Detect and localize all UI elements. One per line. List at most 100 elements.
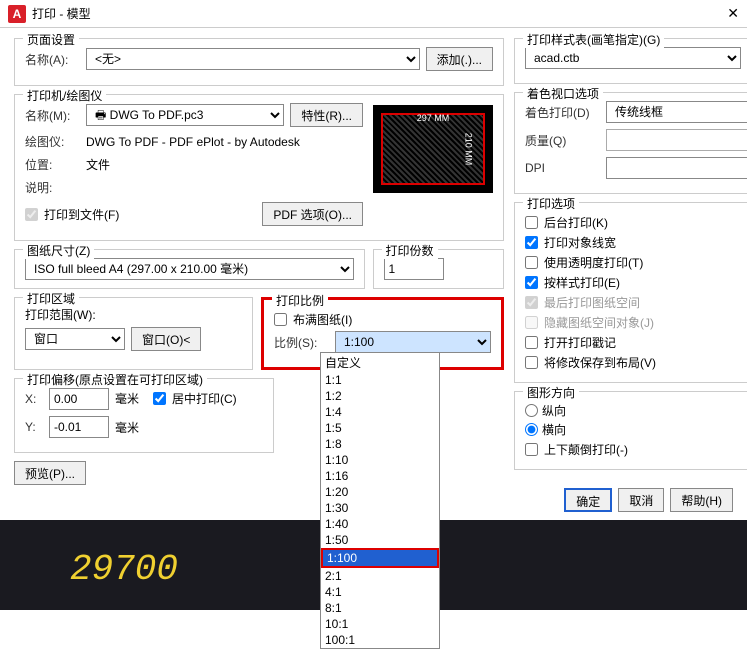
transparency-checkbox[interactable] <box>525 256 538 269</box>
orientation-title: 图形方向 <box>523 384 579 401</box>
orientation-group: 图形方向 纵向 横向A 上下颠倒打印(-) <box>514 391 747 470</box>
location-label: 位置: <box>25 156 80 173</box>
paper-preview: 297 MM 210 MM <box>373 105 493 193</box>
hide-paper-label: 隐藏图纸空间对象(J) <box>544 314 654 331</box>
scale-option[interactable]: 1:1 <box>321 372 439 388</box>
copies-title: 打印份数 <box>382 242 438 259</box>
scale-option[interactable]: 1:30 <box>321 500 439 516</box>
paper-last-label: 最后打印图纸空间 <box>544 294 640 311</box>
style-table-select[interactable]: acad.ctb <box>525 47 741 69</box>
copies-input[interactable] <box>384 258 444 280</box>
scale-option[interactable]: 8:1 <box>321 600 439 616</box>
scale-option[interactable]: 1:20 <box>321 484 439 500</box>
scale-option[interactable]: 1:10 <box>321 452 439 468</box>
window-pick-button[interactable]: 窗口(O)< <box>131 327 201 351</box>
save-layout-label: 将修改保存到布局(V) <box>544 354 656 371</box>
style-table-group: 打印样式表(画笔指定)(G) acad.ctb ≡ <box>514 38 747 84</box>
pdf-options-button[interactable]: PDF 选项(O)... <box>262 202 363 226</box>
offset-y-input[interactable] <box>49 416 109 438</box>
preview-width-label: 297 MM <box>417 113 450 123</box>
titlebar: A 打印 - 模型 ✕ <box>0 0 747 28</box>
bg-plot-checkbox[interactable] <box>525 216 538 229</box>
style-table-title: 打印样式表(画笔指定)(G) <box>523 31 664 48</box>
landscape-radio[interactable] <box>525 423 538 436</box>
scale-option[interactable]: 2:1 <box>321 568 439 584</box>
fit-to-paper-checkbox[interactable] <box>274 313 287 326</box>
help-button[interactable]: 帮助(H) <box>670 488 733 512</box>
scale-option[interactable]: 10:1 <box>321 616 439 632</box>
plot-stamp-checkbox[interactable] <box>525 336 538 349</box>
preview-height-label: 210 MM <box>464 133 474 166</box>
landscape-label: 横向 <box>542 421 566 438</box>
lineweight-label: 打印对象线宽 <box>544 234 616 251</box>
dimension-text: 29700 <box>70 549 178 590</box>
page-setup-title: 页面设置 <box>23 31 79 48</box>
dpi-input <box>606 157 747 179</box>
printer-name-select[interactable]: 🖶 DWG To PDF.pc3 <box>86 104 284 126</box>
portrait-radio[interactable] <box>525 404 538 417</box>
scale-option[interactable]: 1:100 <box>321 548 439 568</box>
plot-area-title: 打印区域 <box>23 290 79 307</box>
app-icon: A <box>8 5 26 23</box>
plot-options-title: 打印选项 <box>523 195 579 212</box>
desc-label: 说明: <box>25 179 80 196</box>
plot-stamp-label: 打开打印戳记 <box>544 334 616 351</box>
paper-size-title: 图纸尺寸(Z) <box>23 242 94 259</box>
center-plot-label: 居中打印(C) <box>172 390 237 407</box>
page-setup-name-select[interactable]: <无> <box>86 48 420 70</box>
paper-size-select[interactable]: ISO full bleed A4 (297.00 x 210.00 毫米) <box>25 258 354 280</box>
quality-label: 质量(Q) <box>525 132 600 149</box>
printer-props-button[interactable]: 特性(R)... <box>290 103 363 127</box>
scale-option[interactable]: 1:16 <box>321 468 439 484</box>
quality-select <box>606 129 747 151</box>
plot-styles-label: 按样式打印(E) <box>544 274 620 291</box>
shade-plot-label: 着色打印(D) <box>525 104 600 121</box>
shade-plot-select[interactable]: 传统线框 <box>606 101 747 123</box>
scale-option[interactable]: 1:40 <box>321 516 439 532</box>
save-layout-checkbox[interactable] <box>525 356 538 369</box>
fit-to-paper-label: 布满图纸(I) <box>293 311 352 328</box>
printer-name-label: 名称(M): <box>25 107 80 124</box>
scale-option[interactable]: 1:8 <box>321 436 439 452</box>
scale-option[interactable]: 4:1 <box>321 584 439 600</box>
scale-dropdown-list[interactable]: 自定义1:11:21:41:51:81:101:161:201:301:401:… <box>320 352 440 649</box>
scale-option[interactable]: 1:50 <box>321 532 439 548</box>
portrait-label: 纵向 <box>542 402 566 419</box>
scale-option[interactable]: 自定义 <box>321 353 439 372</box>
hide-paper-checkbox <box>525 316 538 329</box>
scale-option[interactable]: 100:1 <box>321 632 439 648</box>
page-setup-name-label: 名称(A): <box>25 51 80 68</box>
plot-scale-title: 打印比例 <box>272 292 328 309</box>
offset-x-input[interactable] <box>49 388 109 410</box>
plot-range-select[interactable]: 窗口 <box>25 328 125 350</box>
upside-down-label: 上下颠倒打印(-) <box>544 441 628 458</box>
dialog-buttons: 确定 取消 帮助(H) <box>564 488 733 512</box>
location-value: 文件 <box>86 156 110 173</box>
scale-option[interactable]: 1:2 <box>321 388 439 404</box>
page-setup-group: 页面设置 名称(A): <无> 添加(.)... <box>14 38 504 86</box>
scale-select[interactable]: 1:100 <box>335 331 491 353</box>
plot-scale-group: 打印比例 布满图纸(I) 比例(S): 1:100 自定义1:11:21:41:… <box>261 297 504 370</box>
print-to-file-label: 打印到文件(F) <box>44 206 119 223</box>
print-to-file-checkbox[interactable] <box>25 208 38 221</box>
preview-button[interactable]: 预览(P)... <box>14 461 86 485</box>
plot-area-group: 打印区域 打印范围(W): 窗口 窗口(O)< <box>14 297 253 370</box>
upside-down-checkbox[interactable] <box>525 443 538 456</box>
close-icon[interactable]: ✕ <box>727 5 739 22</box>
offset-y-label: Y: <box>25 420 43 434</box>
center-plot-checkbox[interactable] <box>153 392 166 405</box>
offset-x-unit: 毫米 <box>115 390 139 407</box>
plotter-label: 绘图仪: <box>25 133 80 150</box>
offset-title: 打印偏移(原点设置在可打印区域) <box>23 371 207 388</box>
add-page-setup-button[interactable]: 添加(.)... <box>426 47 493 71</box>
shaded-viewport-title: 着色视口选项 <box>523 85 603 102</box>
shaded-viewport-group: 着色视口选项 着色打印(D)传统线框 质量(Q) DPI <box>514 92 747 194</box>
ok-button[interactable]: 确定 <box>564 488 612 512</box>
scale-option[interactable]: 1:5 <box>321 420 439 436</box>
cancel-button[interactable]: 取消 <box>618 488 664 512</box>
lineweight-checkbox[interactable] <box>525 236 538 249</box>
scale-label: 比例(S): <box>274 334 329 351</box>
scale-option[interactable]: 1:4 <box>321 404 439 420</box>
plot-styles-checkbox[interactable] <box>525 276 538 289</box>
printer-group: 打印机/绘图仪 名称(M): 🖶 DWG To PDF.pc3 特性(R)...… <box>14 94 504 241</box>
